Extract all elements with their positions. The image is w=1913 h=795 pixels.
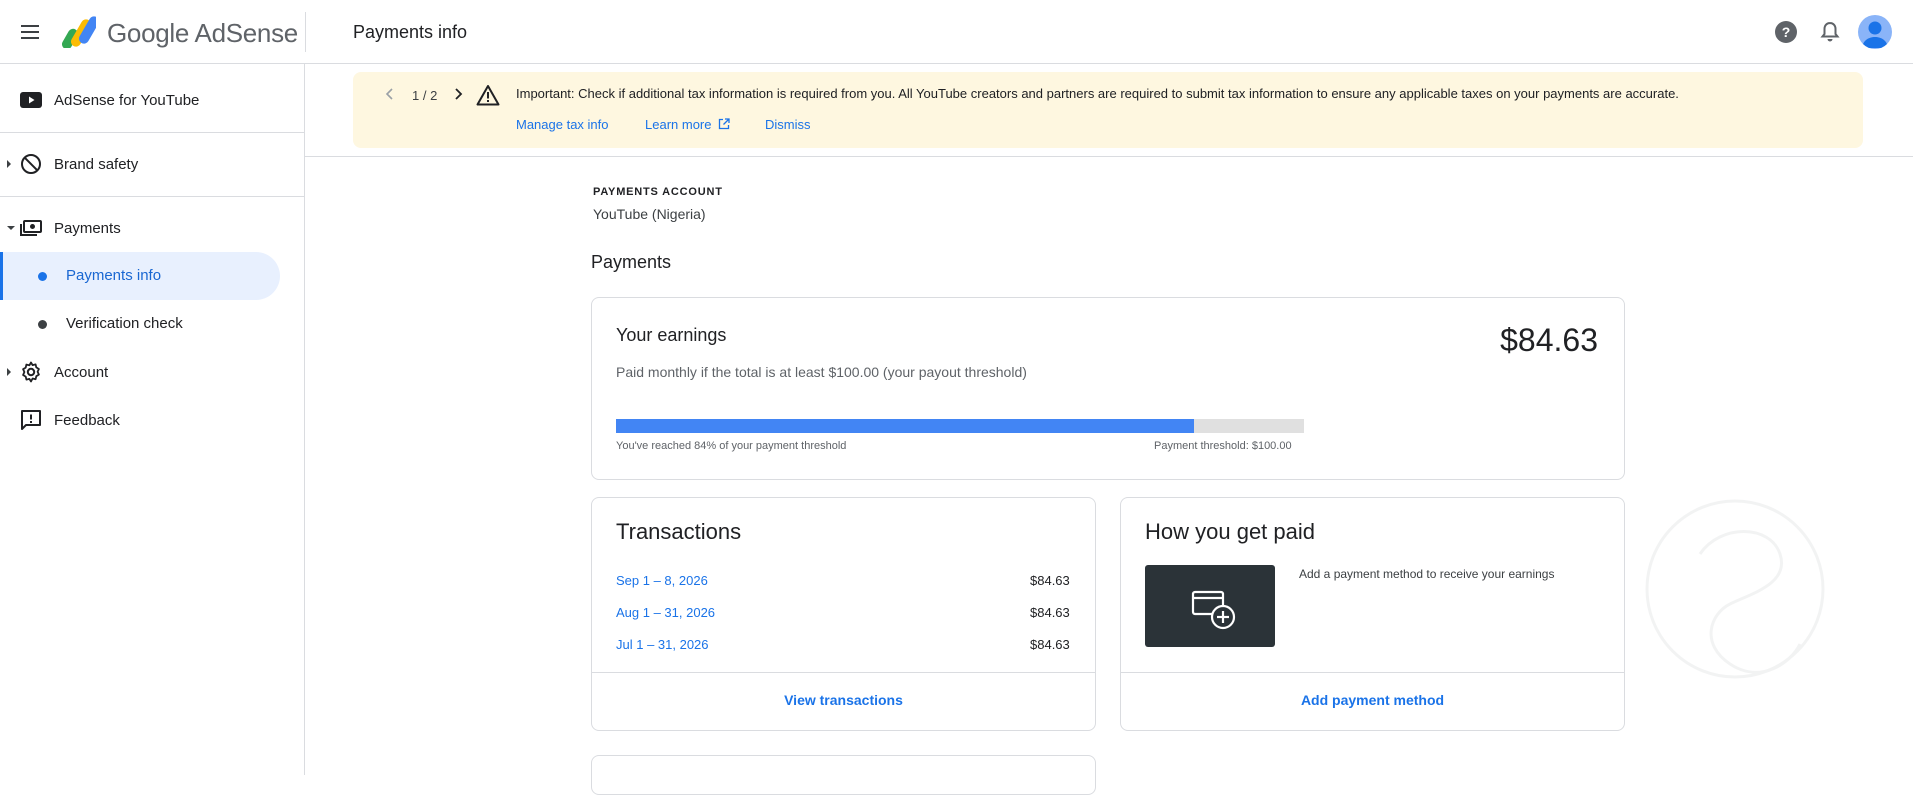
chevron-left-icon[interactable] <box>382 86 398 102</box>
add-payment-method-button[interactable]: Add payment method <box>1121 692 1624 708</box>
notifications-bell-icon[interactable] <box>1818 20 1842 44</box>
page-title: Payments info <box>353 22 468 42</box>
side-navigation: AdSense for YouTube Brand safety Payment… <box>0 64 305 775</box>
manage-tax-info-link[interactable]: Manage tax info <box>516 117 609 132</box>
view-transactions-button[interactable]: View transactions <box>592 692 1095 708</box>
how-you-get-paid-title: How you get paid <box>1145 519 1315 544</box>
svg-text:?: ? <box>1782 24 1791 40</box>
top-app-bar: Google AdSense Payments info ? <box>0 0 1913 64</box>
additional-card <box>591 755 1096 795</box>
earnings-title: Your earnings <box>616 325 727 345</box>
learn-more-label: Learn more <box>645 117 712 132</box>
card-divider <box>1121 672 1624 673</box>
adsense-logo-icon <box>62 16 96 48</box>
collapse-caret-icon <box>7 226 15 230</box>
main-menu-icon[interactable] <box>18 20 42 44</box>
sidebar-item-label: Payments info <box>66 267 162 284</box>
payments-account-label: PAYMENTS ACCOUNT <box>593 186 723 198</box>
payments-heading: Payments <box>591 252 672 272</box>
threshold-text: Payment threshold: $100.00 <box>1154 440 1292 452</box>
add-card-icon <box>1191 590 1236 630</box>
feedback-icon <box>21 410 41 430</box>
payment-method-text: Add a payment method to receive your ear… <box>1299 567 1555 581</box>
sidebar-divider <box>0 132 305 133</box>
bullet-icon <box>38 272 47 281</box>
youtube-icon <box>20 92 42 108</box>
chevron-right-icon[interactable] <box>450 86 466 102</box>
help-icon[interactable]: ? <box>1774 20 1798 44</box>
gear-icon <box>22 361 40 383</box>
avatar-person-icon <box>1862 21 1888 48</box>
watermark-logo-icon <box>1645 499 1825 679</box>
expand-caret-icon <box>7 368 11 376</box>
sidebar-item-label: Brand safety <box>54 155 139 173</box>
product-name: Google AdSense <box>107 18 298 48</box>
transaction-amount: $84.63 <box>1030 605 1070 620</box>
earnings-subtitle: Paid monthly if the total is at least $1… <box>616 364 1027 380</box>
progress-text: You've reached 84% of your payment thres… <box>616 440 847 452</box>
payments-icon <box>20 220 42 236</box>
transaction-amount: $84.63 <box>1030 637 1070 652</box>
payment-method-illustration <box>1145 565 1275 647</box>
account-avatar[interactable] <box>1858 15 1892 49</box>
banner-message: Important: Check if additional tax infor… <box>516 86 1679 101</box>
sidebar-divider <box>0 196 305 197</box>
sidebar-item-account[interactable]: Account <box>0 352 290 392</box>
earnings-card <box>591 297 1625 480</box>
transaction-date-link[interactable]: Sep 1 – 8, 2026 <box>616 573 708 588</box>
transaction-date-link[interactable]: Aug 1 – 31, 2026 <box>616 605 715 620</box>
active-indicator <box>0 252 3 300</box>
sidebar-item-brand-safety[interactable]: Brand safety <box>0 144 290 184</box>
tax-info-banner <box>353 72 1863 148</box>
expand-caret-icon <box>7 160 11 168</box>
sidebar-item-adsense-for-youtube[interactable]: AdSense for YouTube <box>0 80 290 120</box>
block-icon <box>21 154 41 174</box>
transactions-title: Transactions <box>616 519 742 544</box>
sidebar-item-label: Verification check <box>66 315 183 332</box>
sidebar-item-feedback[interactable]: Feedback <box>0 400 290 440</box>
sidebar-item-label: Payments <box>54 219 121 237</box>
sidebar-item-label: AdSense for YouTube <box>54 91 200 109</box>
banner-counter: 1 / 2 <box>412 88 438 103</box>
payments-account-value: YouTube (Nigeria) <box>593 206 706 222</box>
header-divider <box>305 12 306 52</box>
bullet-icon <box>38 320 47 329</box>
warning-icon <box>476 85 500 106</box>
progress-fill <box>616 419 1194 433</box>
payment-threshold-progress <box>616 419 1304 433</box>
learn-more-link[interactable]: Learn more <box>645 117 730 132</box>
banner-divider <box>305 156 1913 157</box>
dismiss-link[interactable]: Dismiss <box>765 117 811 132</box>
sidebar-item-payments-info[interactable]: Payments info <box>0 252 280 300</box>
sidebar-item-label: Account <box>54 363 109 381</box>
sidebar-item-verification-check[interactable]: Verification check <box>0 300 280 348</box>
transaction-amount: $84.63 <box>1030 573 1070 588</box>
sidebar-item-payments[interactable]: Payments <box>0 208 290 248</box>
card-divider <box>592 672 1095 673</box>
sidebar-item-label: Feedback <box>54 411 120 429</box>
earnings-amount: $84.63 <box>1500 322 1598 358</box>
transaction-date-link[interactable]: Jul 1 – 31, 2026 <box>616 637 709 652</box>
open-in-new-icon <box>718 118 730 130</box>
